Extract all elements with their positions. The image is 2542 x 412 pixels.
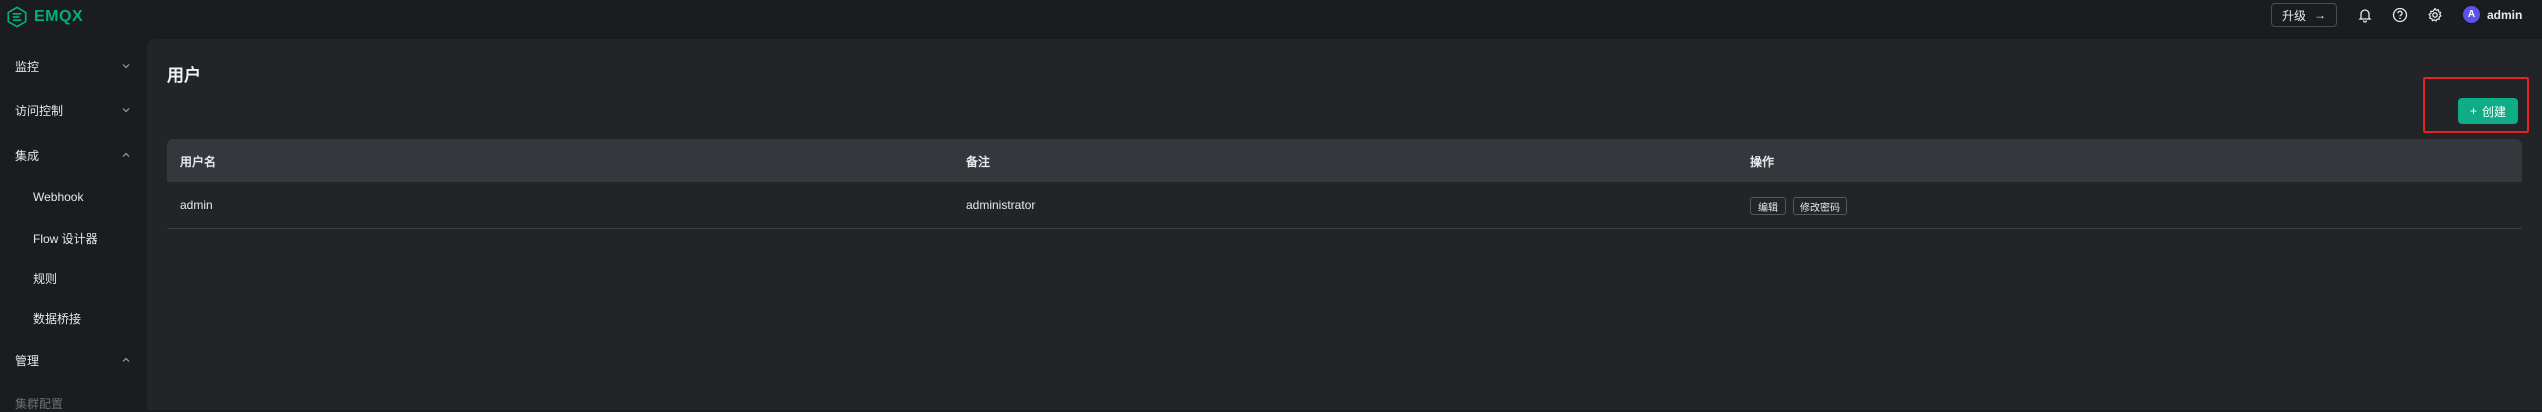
sidebar-subitem-cluster-config[interactable]: 集群配置 [15, 395, 63, 412]
sidebar: 监控 访问控制 集成 Webhook Flow 设计器 规则 数据桥接 管理 集… [0, 38, 146, 412]
users-table: 用户名 备注 操作 admin administrator 编辑 修改密码 [167, 139, 2522, 229]
logo-text: EMQX [34, 8, 84, 25]
upgrade-label: 升级 [2281, 8, 2306, 23]
sidebar-item-monitor[interactable]: 监控 [0, 46, 146, 86]
user-name: admin [2487, 7, 2523, 22]
bell-icon[interactable] [2355, 5, 2375, 25]
sidebar-item-label: 监控 [15, 59, 40, 74]
logo[interactable]: EMQX [6, 6, 83, 28]
edit-label: 编辑 [1758, 202, 1778, 214]
top-bar: EMQX 升级 → A admin [0, 0, 2542, 38]
help-icon[interactable] [2390, 5, 2410, 25]
sidebar-subitem-rules[interactable]: 规则 [33, 270, 57, 287]
sidebar-item-integration[interactable]: 集成 [0, 135, 146, 175]
sidebar-subitem-flow-designer[interactable]: Flow 设计器 [33, 230, 98, 247]
edit-button[interactable]: 编辑 [1750, 197, 1786, 215]
column-header-actions: 操作 [1750, 155, 1775, 169]
sidebar-item-management[interactable]: 管理 [0, 340, 146, 380]
change-password-button[interactable]: 修改密码 [1793, 197, 1847, 215]
chevron-down-icon [122, 64, 130, 69]
create-label: 创建 [2482, 104, 2507, 119]
sidebar-subitem-webhook[interactable]: Webhook [33, 190, 83, 204]
page-title: 用户 [167, 66, 201, 85]
emqx-logo-icon [7, 6, 27, 28]
plus-icon: + [2469, 104, 2477, 118]
column-header-remark: 备注 [966, 155, 991, 169]
upgrade-button[interactable]: 升级 → [2271, 3, 2337, 27]
sidebar-item-access-control[interactable]: 访问控制 [0, 90, 146, 130]
table-row: admin administrator 编辑 修改密码 [167, 182, 2522, 229]
sidebar-item-label: 访问控制 [15, 103, 64, 118]
avatar: A [2463, 6, 2480, 23]
chevron-up-icon [122, 357, 130, 362]
sidebar-item-label: 集成 [15, 148, 40, 163]
cell-remark: administrator [966, 198, 1036, 212]
change-password-label: 修改密码 [1800, 202, 1840, 214]
chevron-down-icon [122, 108, 130, 113]
create-button[interactable]: + 创建 [2458, 98, 2518, 124]
gear-icon[interactable] [2425, 5, 2445, 25]
main-content: 用户 + 创建 用户名 备注 操作 admin administrator 编辑… [147, 39, 2542, 410]
cell-username: admin [180, 198, 213, 212]
arrow-right-icon: → [2314, 8, 2326, 22]
user-menu[interactable]: A admin [2463, 6, 2522, 23]
sidebar-item-label: 管理 [15, 353, 40, 368]
table-header: 用户名 备注 操作 [167, 139, 2522, 182]
column-header-username: 用户名 [180, 155, 217, 169]
chevron-up-icon [122, 152, 130, 157]
sidebar-subitem-data-bridge[interactable]: 数据桥接 [33, 310, 81, 327]
